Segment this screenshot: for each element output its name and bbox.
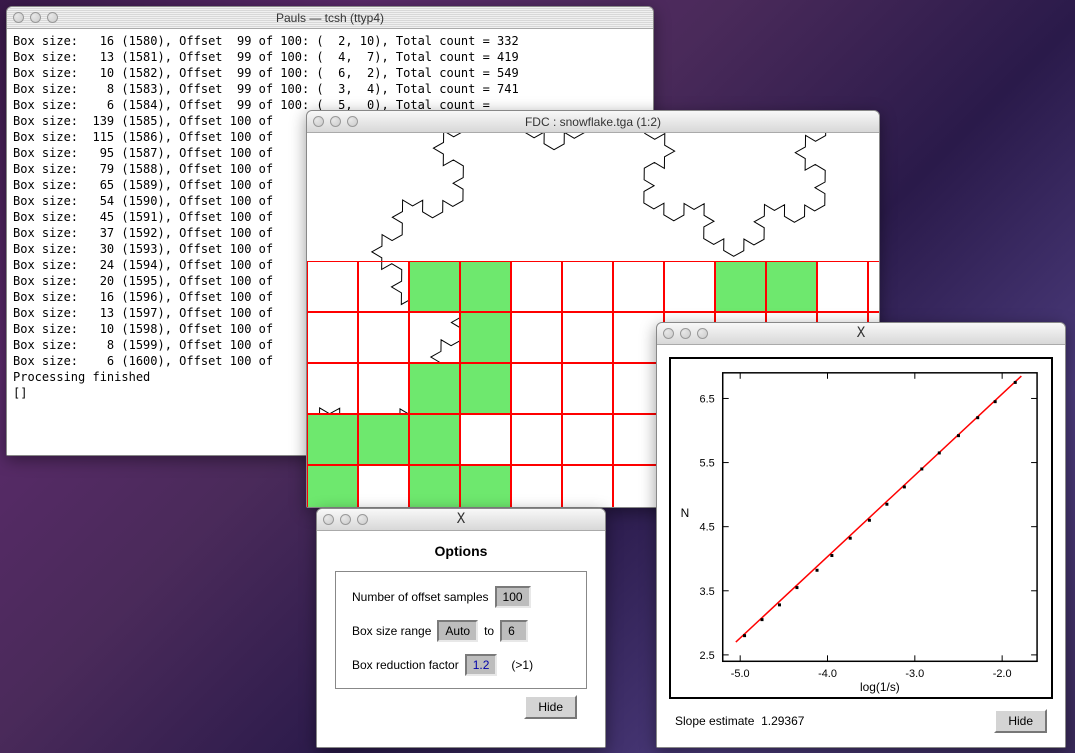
grid-cell xyxy=(664,261,715,312)
svg-text:log(1/s): log(1/s) xyxy=(860,680,900,694)
fractal-title: FDC : snowflake.tga (1:2) xyxy=(307,115,879,129)
plot-area: 2.5 3.5 4.5 5.5 6.5 -5.0 -4.0 -3.0 -2.0 log(1/s) N xyxy=(669,357,1053,699)
slope-value: 1.29367 xyxy=(761,714,804,728)
grid-cell xyxy=(460,465,511,507)
grid-cell xyxy=(562,363,613,414)
terminal-title: Pauls — tcsh (ttyp4) xyxy=(7,11,653,25)
svg-text:-5.0: -5.0 xyxy=(731,668,750,680)
svg-text:3.5: 3.5 xyxy=(700,586,715,598)
grid-cell xyxy=(511,465,562,507)
plot-body: 2.5 3.5 4.5 5.5 6.5 -5.0 -4.0 -3.0 -2.0 log(1/s) N… xyxy=(657,345,1065,747)
terminal-titlebar[interactable]: Pauls — tcsh (ttyp4) xyxy=(7,7,653,29)
window-controls[interactable] xyxy=(313,116,358,127)
plot-window[interactable]: X 2.5 3.5 4.5 5.5 6.5 -5.0 -4.0 -3.0 -2.0 log(1/s… xyxy=(656,322,1066,748)
options-body: Options Number of offset samples 100 Box… xyxy=(317,531,605,747)
grid-cell xyxy=(307,465,358,507)
plot-svg: 2.5 3.5 4.5 5.5 6.5 -5.0 -4.0 -3.0 -2.0 log(1/s) N xyxy=(671,359,1051,697)
grid-cell xyxy=(511,363,562,414)
close-icon[interactable] xyxy=(313,116,324,127)
close-icon[interactable] xyxy=(13,12,24,23)
box-range-label: Box size range xyxy=(352,624,431,638)
grid-cell xyxy=(460,414,511,465)
grid-cell xyxy=(409,414,460,465)
grid-cell xyxy=(460,312,511,363)
grid-cell xyxy=(409,465,460,507)
grid-cell xyxy=(307,414,358,465)
grid-cell xyxy=(409,261,460,312)
minimize-icon[interactable] xyxy=(330,116,341,127)
grid-cell xyxy=(562,414,613,465)
svg-text:6.5: 6.5 xyxy=(700,393,715,405)
box-reduction-hint: (>1) xyxy=(511,658,533,672)
grid-cell xyxy=(358,261,409,312)
box-range-to-input[interactable]: 6 xyxy=(500,620,528,642)
grid-cell xyxy=(307,312,358,363)
svg-text:4.5: 4.5 xyxy=(700,522,715,534)
grid-cell xyxy=(460,261,511,312)
grid-cell xyxy=(511,261,562,312)
grid-cell xyxy=(715,261,766,312)
box-range-from-input[interactable]: Auto xyxy=(437,620,478,642)
hide-button[interactable]: Hide xyxy=(524,695,577,719)
options-titlebar[interactable]: X xyxy=(317,509,605,531)
svg-text:N: N xyxy=(681,506,690,520)
grid-cell xyxy=(817,261,868,312)
svg-text:5.5: 5.5 xyxy=(700,458,715,470)
slope-label: Slope estimate xyxy=(675,714,754,728)
box-reduction-label: Box reduction factor xyxy=(352,658,459,672)
num-offset-label: Number of offset samples xyxy=(352,590,489,604)
grid-cell xyxy=(409,363,460,414)
options-panel: Number of offset samples 100 Box size ra… xyxy=(335,571,587,689)
grid-cell xyxy=(562,312,613,363)
grid-cell xyxy=(307,363,358,414)
grid-cell xyxy=(307,261,358,312)
grid-cell xyxy=(358,465,409,507)
grid-cell xyxy=(511,312,562,363)
box-reduction-input[interactable]: 1.2 xyxy=(465,654,498,676)
num-offset-input[interactable]: 100 xyxy=(495,586,531,608)
fractal-titlebar[interactable]: FDC : snowflake.tga (1:2) xyxy=(307,111,879,133)
options-window[interactable]: X Options Number of offset samples 100 B… xyxy=(316,508,606,748)
grid-cell xyxy=(358,312,409,363)
svg-text:-3.0: -3.0 xyxy=(905,668,924,680)
grid-cell xyxy=(409,312,460,363)
svg-text:-2.0: -2.0 xyxy=(993,668,1012,680)
grid-cell xyxy=(460,363,511,414)
options-title-x: X xyxy=(317,511,605,527)
hide-button[interactable]: Hide xyxy=(994,709,1047,733)
grid-cell xyxy=(868,261,879,312)
zoom-icon[interactable] xyxy=(347,116,358,127)
plot-titlebar[interactable]: X xyxy=(657,323,1065,345)
grid-cell xyxy=(613,261,664,312)
grid-cell xyxy=(358,414,409,465)
plot-title-x: X xyxy=(657,325,1065,341)
grid-cell xyxy=(562,261,613,312)
svg-text:-4.0: -4.0 xyxy=(818,668,837,680)
options-heading: Options xyxy=(335,543,587,559)
grid-cell xyxy=(511,414,562,465)
grid-cell xyxy=(766,261,817,312)
window-controls[interactable] xyxy=(13,12,58,23)
slope-readout: Slope estimate 1.29367 xyxy=(675,714,804,728)
grid-cell xyxy=(358,363,409,414)
minimize-icon[interactable] xyxy=(30,12,41,23)
box-range-to-word: to xyxy=(484,624,494,638)
grid-cell xyxy=(562,465,613,507)
zoom-icon[interactable] xyxy=(47,12,58,23)
svg-text:2.5: 2.5 xyxy=(700,650,715,662)
